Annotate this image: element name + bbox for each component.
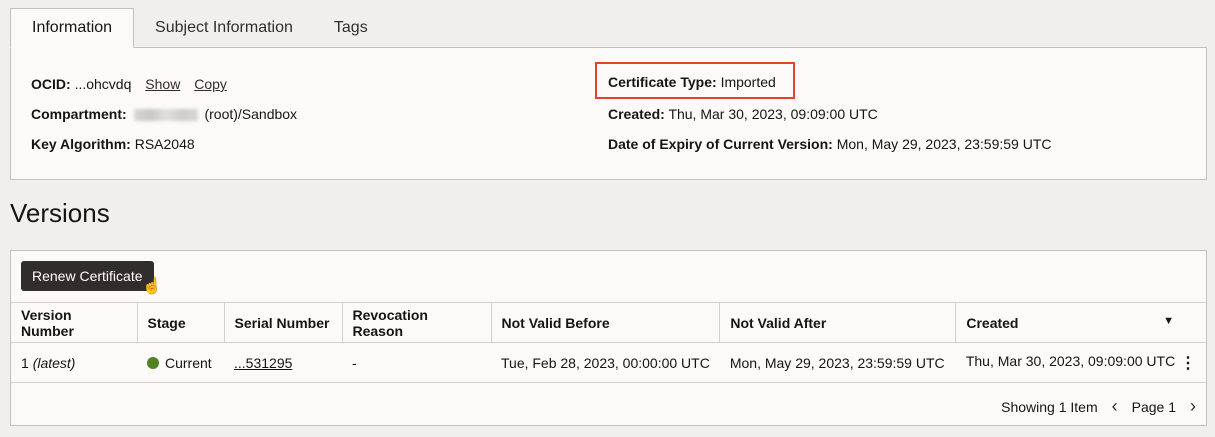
not-valid-before-cell: Tue, Feb 28, 2023, 00:00:00 UTC [491, 342, 720, 383]
tab-bar: Information Subject Information Tags [10, 8, 389, 48]
renew-certificate-button[interactable]: Renew Certificate [21, 261, 154, 291]
show-ocid-link[interactable]: Show [145, 76, 180, 92]
compartment-row: Compartment: (root)/Sandbox [31, 106, 297, 122]
ocid-row: OCID: ...ohcvdq Show Copy [31, 76, 227, 92]
compartment-label: Compartment: [31, 106, 127, 122]
col-not-valid-after[interactable]: Not Valid After [719, 302, 957, 343]
next-page-icon[interactable]: › [1190, 396, 1196, 417]
created-cell-value: Thu, Mar 30, 2023, 09:09:00 UTC [965, 352, 1176, 369]
versions-panel: Renew Certificate ☝ Version Number Stage… [10, 250, 1207, 426]
col-not-valid-before[interactable]: Not Valid Before [491, 302, 721, 343]
version-number: 1 [21, 354, 29, 371]
row-actions-icon[interactable]: ⋮ [1180, 353, 1196, 373]
key-algorithm-row: Key Algorithm: RSA2048 [31, 136, 195, 152]
hand-cursor-icon: ☝ [142, 278, 162, 295]
serial-cell: ...531295 [224, 342, 342, 383]
stage-value: Current [165, 354, 212, 371]
status-dot-icon [147, 356, 159, 369]
key-algorithm-value: RSA2048 [134, 136, 195, 152]
col-revocation-reason[interactable]: Revocation Reason [342, 302, 492, 343]
created-value: Thu, Mar 30, 2023, 09:09:00 UTC [668, 106, 878, 122]
item-count: Showing 1 Item [1001, 398, 1098, 415]
copy-ocid-link[interactable]: Copy [194, 76, 227, 92]
serial-number-link[interactable]: ...531295 [234, 355, 292, 371]
table-footer: Showing 1 Item ‹ Page 1 › [1001, 396, 1196, 417]
expiry-row: Date of Expiry of Current Version: Mon, … [608, 136, 1052, 152]
ocid-value: ...ohcvdq [74, 76, 132, 92]
version-cell: 1 (latest) [11, 342, 137, 383]
ocid-label: OCID: [31, 76, 71, 92]
col-created-label: Created [966, 314, 1019, 331]
key-algorithm-label: Key Algorithm: [31, 136, 131, 152]
tab-subject-information[interactable]: Subject Information [134, 8, 313, 48]
versions-table: Version Number Stage Serial Number Revoc… [11, 302, 1206, 383]
sort-desc-icon[interactable]: ▼ [1163, 315, 1174, 327]
col-serial-number[interactable]: Serial Number [224, 302, 343, 343]
expiry-value: Mon, May 29, 2023, 23:59:59 UTC [836, 136, 1052, 152]
redacted-compartment [133, 109, 198, 122]
version-tag: (latest) [32, 354, 76, 371]
table-row: 1 (latest) Current ...531295 - Tue, Feb … [11, 342, 1206, 383]
created-row: Created: Thu, Mar 30, 2023, 09:09:00 UTC [608, 106, 878, 122]
expiry-label: Date of Expiry of Current Version: [608, 136, 833, 152]
versions-title: Versions [10, 198, 110, 228]
previous-page-icon[interactable]: ‹ [1112, 396, 1118, 417]
tab-tags[interactable]: Tags [313, 8, 389, 48]
stage-cell: Current [137, 342, 224, 383]
col-stage[interactable]: Stage [137, 302, 225, 343]
compartment-value: (root)/Sandbox [204, 106, 298, 122]
not-valid-after-cell: Mon, May 29, 2023, 23:59:59 UTC [719, 342, 956, 383]
revocation-cell: - [342, 342, 491, 383]
tab-information[interactable]: Information [10, 8, 135, 48]
created-cell: Thu, Mar 30, 2023, 09:09:00 UTC ⋮ [955, 342, 1206, 383]
col-version-number[interactable]: Version Number [11, 302, 138, 343]
certificate-type-highlight [595, 62, 795, 99]
created-label: Created: [608, 106, 665, 122]
table-header-row: Version Number Stage Serial Number Revoc… [11, 302, 1206, 343]
col-created[interactable]: Created ▼ [955, 302, 1206, 343]
page-indicator: Page 1 [1131, 398, 1176, 415]
